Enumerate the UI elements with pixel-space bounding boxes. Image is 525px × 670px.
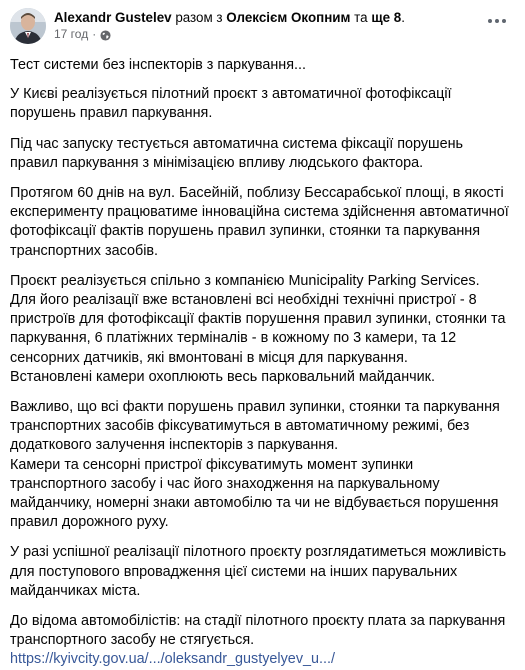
timestamp[interactable]: 17 год <box>54 26 88 43</box>
author-name[interactable]: Alexandr Gustelev <box>54 10 172 25</box>
connector-text-2: та <box>350 10 372 25</box>
avatar-image <box>10 8 46 44</box>
others-link[interactable]: ще 8 <box>371 10 401 25</box>
more-options-icon[interactable] <box>485 12 509 30</box>
post-meta: 17 год · <box>54 26 405 43</box>
post-header: Alexandr Gustelev разом з Олексієм Окопн… <box>10 8 509 44</box>
title-period: . <box>401 10 405 25</box>
avatar[interactable] <box>10 8 46 44</box>
facebook-post: Alexandr Gustelev разом з Олексієм Окопн… <box>0 0 525 670</box>
meta-separator: · <box>92 27 97 41</box>
post-paragraph: До відома автомобілістів: на стадії піло… <box>10 612 509 670</box>
post-paragraph: Проєкт реалізується спільно з компанією … <box>10 272 506 385</box>
article-link[interactable]: https://kyivcity.gov.ua/.../oleksandr_gu… <box>10 651 335 667</box>
post-paragraph: Протягом 60 днів на вул. Басейній, побли… <box>10 185 509 259</box>
post-paragraph: Тест системи без інспекторів з паркуванн… <box>10 57 307 73</box>
post-title-line: Alexandr Gustelev разом з Олексієм Окопн… <box>54 9 405 26</box>
post-paragraph: Важливо, що всі факти порушень правил зу… <box>10 399 500 531</box>
post-paragraph: У Києві реалізується пілотний проєкт з а… <box>10 86 452 122</box>
post-paragraph-text: До відома автомобілістів: на стадії піло… <box>10 613 506 649</box>
connector-text: разом з <box>171 10 227 25</box>
globe-icon[interactable] <box>100 29 111 41</box>
post-paragraph: У разі успішної реалізації пілотного про… <box>10 544 507 599</box>
tagged-person[interactable]: Олексієм Окопним <box>226 10 350 25</box>
post-body: Тест системи без інспекторів з паркуванн… <box>10 56 509 670</box>
post-paragraph: Під час запуску тестується автоматична с… <box>10 135 464 171</box>
